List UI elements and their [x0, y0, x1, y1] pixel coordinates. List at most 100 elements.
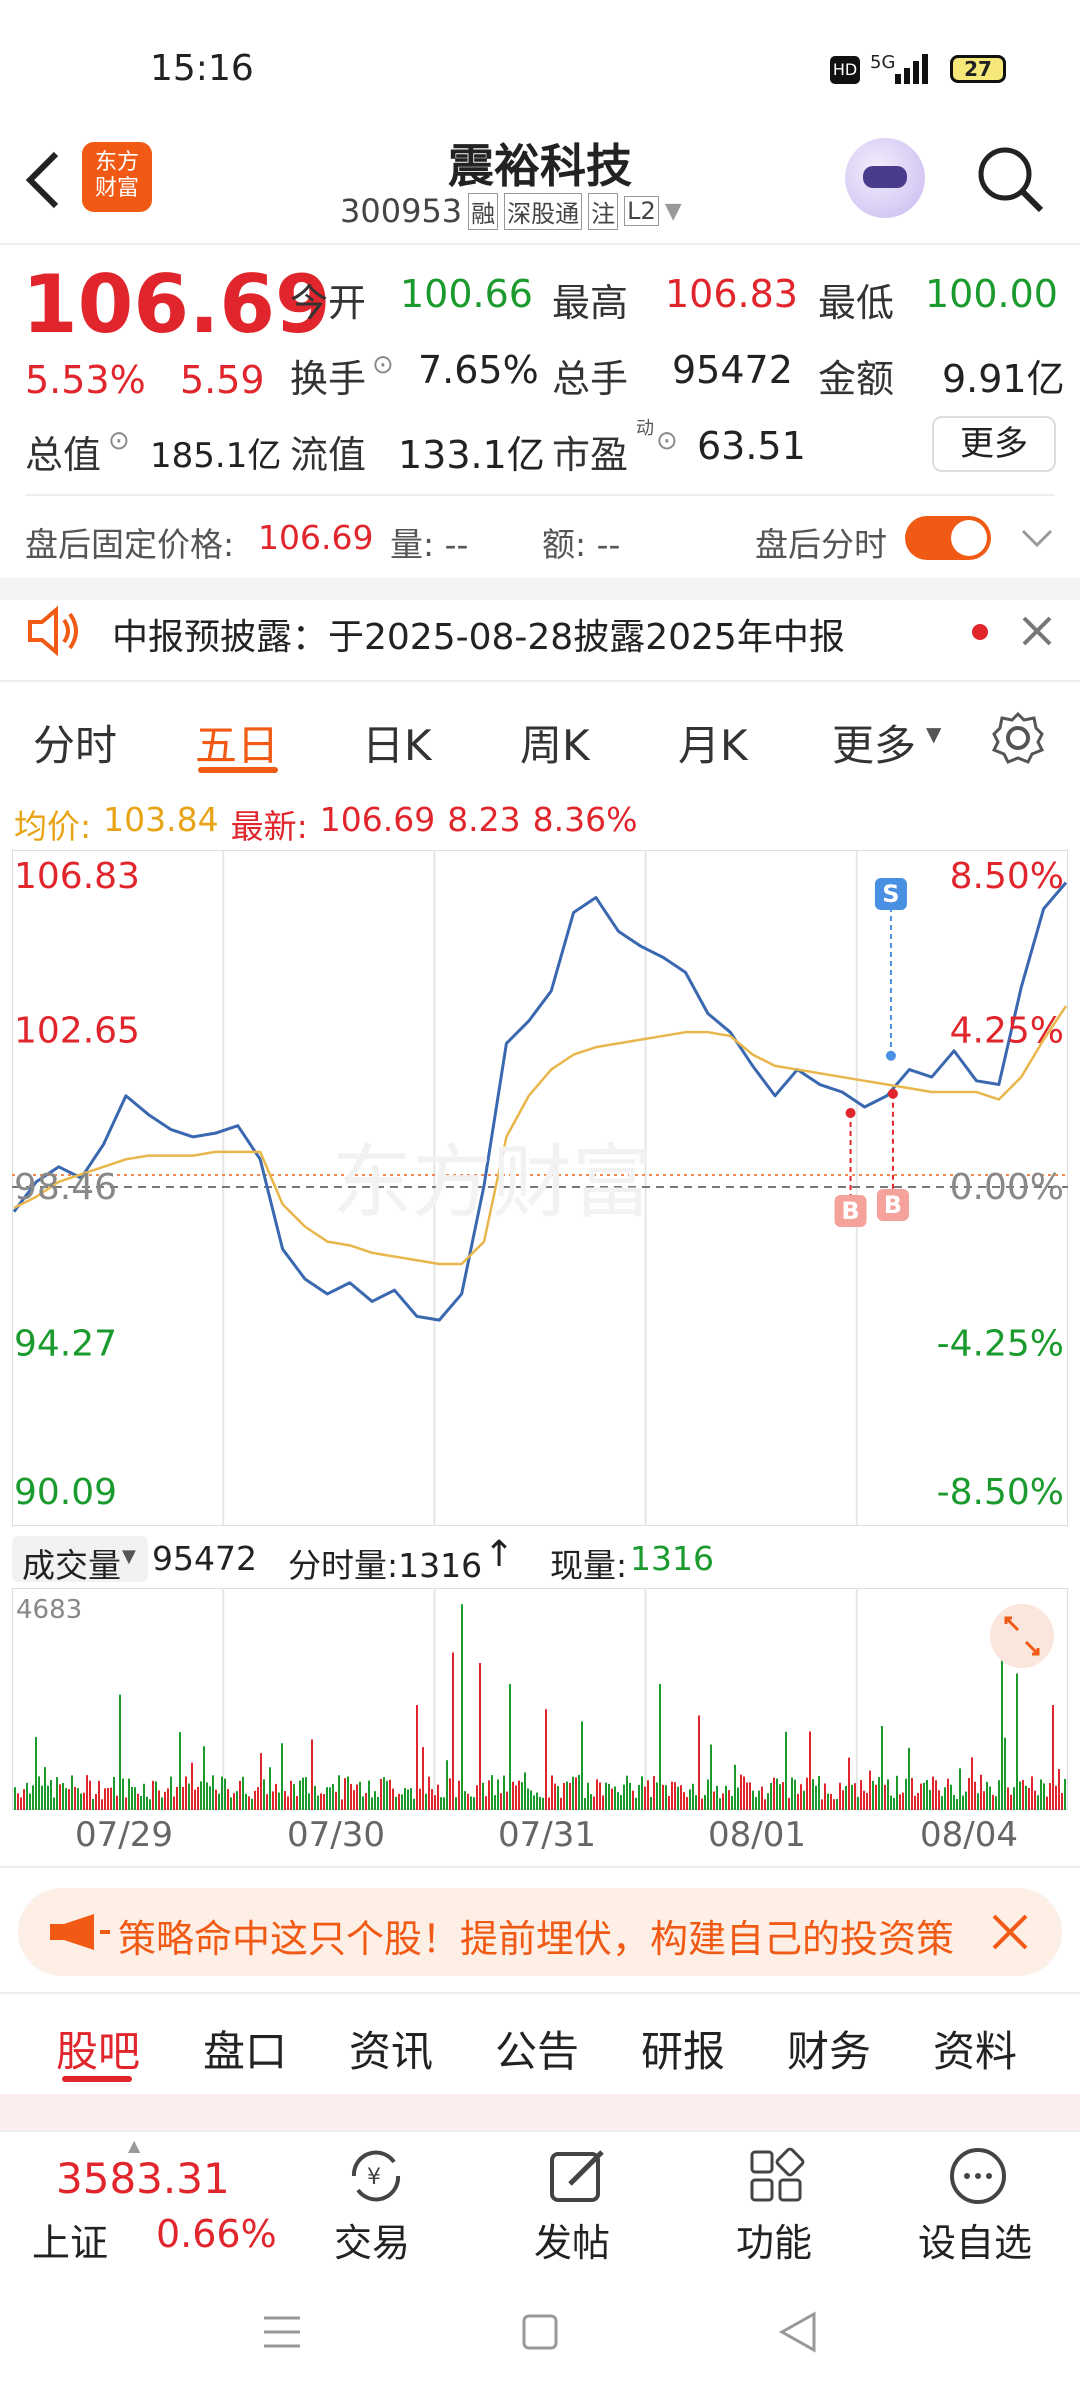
- volume-bar: [596, 1779, 598, 1810]
- index-change[interactable]: 0.66%: [156, 2212, 277, 2256]
- volume-bar: [650, 1797, 652, 1810]
- robot-assistant-icon[interactable]: [845, 138, 925, 218]
- volume-bar: [833, 1799, 835, 1810]
- after-hours-price-label: 盘后固定价格:: [25, 525, 235, 564]
- unread-dot: [972, 624, 988, 640]
- volume-bar: [644, 1786, 646, 1810]
- close-icon[interactable]: [990, 1912, 1030, 1952]
- chevron-down-icon[interactable]: ▼: [926, 722, 941, 746]
- close-icon[interactable]: [1020, 614, 1054, 648]
- volume-bar: [335, 1791, 337, 1810]
- apps-icon[interactable]: [746, 2146, 806, 2206]
- change-amount: 5.59: [180, 358, 265, 402]
- tab-intraday[interactable]: 分时: [33, 712, 117, 773]
- more-options-icon[interactable]: [948, 2146, 1008, 2206]
- volume-bar: [389, 1779, 391, 1810]
- chevron-down-icon[interactable]: [1020, 526, 1054, 550]
- price-chart[interactable]: 106.83 102.65 98.46 94.27 90.09 8.50% 4.25% 0.0…: [12, 850, 1068, 1526]
- volume-bar: [686, 1797, 688, 1810]
- volume-bar: [503, 1775, 505, 1810]
- volume-bar: [554, 1783, 556, 1810]
- x-label: 08/01: [708, 1815, 806, 1855]
- volume-bar: [125, 1797, 127, 1810]
- more-quote-button[interactable]: 更多: [932, 416, 1056, 472]
- volume-bar: [443, 1797, 445, 1810]
- volume-bar: [119, 1694, 121, 1810]
- info-icon[interactable]: ⊙: [656, 426, 678, 456]
- volume-bar: [422, 1747, 424, 1810]
- gear-icon[interactable]: [990, 710, 1046, 766]
- volume-bar: [59, 1784, 61, 1810]
- tab-monthly-k[interactable]: 月K: [678, 712, 748, 773]
- y-axis-left-label: 106.83: [14, 856, 140, 897]
- x-label: 07/29: [75, 1815, 173, 1855]
- trade-button[interactable]: 交易: [334, 2212, 410, 2267]
- pe-dynamic-mark: 动: [636, 418, 654, 439]
- tab-daily-k[interactable]: 日K: [362, 712, 432, 773]
- index-value[interactable]: 3583.31: [56, 2154, 230, 2203]
- tab-more[interactable]: 更多: [832, 712, 916, 773]
- tab-research[interactable]: 研报: [641, 2018, 725, 2079]
- mktcap-label: 总值: [25, 433, 102, 477]
- y-axis-left-label: 98.46: [14, 1167, 117, 1208]
- after-hours-price: 106.69: [258, 518, 374, 557]
- volume-bar: [209, 1786, 211, 1810]
- trade-icon[interactable]: ¥: [344, 2146, 408, 2206]
- volume-bar: [647, 1780, 649, 1810]
- volume-bar: [845, 1785, 847, 1810]
- chevron-down-icon[interactable]: ▼: [122, 1546, 136, 1567]
- volume-bar: [260, 1753, 262, 1810]
- compose-icon[interactable]: [546, 2144, 610, 2208]
- after-hours-toggle[interactable]: [905, 516, 991, 560]
- menu-icon[interactable]: [262, 2312, 302, 2352]
- tab-profile[interactable]: 资料: [933, 2018, 1017, 2079]
- volume-bar: [674, 1782, 676, 1810]
- index-name[interactable]: 上证: [32, 2212, 108, 2267]
- volume-bar: [383, 1777, 385, 1810]
- volume-chart[interactable]: 4683: [12, 1588, 1068, 1810]
- tab-announcements[interactable]: 公告: [495, 2018, 579, 2079]
- info-icon[interactable]: ⊙: [108, 426, 130, 456]
- y-axis-left-label: 90.09: [14, 1472, 117, 1513]
- tab-news[interactable]: 资讯: [349, 2018, 433, 2079]
- volume-bar: [755, 1796, 757, 1810]
- volume-bar: [476, 1785, 478, 1810]
- tab-five-day[interactable]: 五日: [195, 712, 279, 773]
- expand-icon[interactable]: [990, 1604, 1054, 1668]
- notice-text[interactable]: 中报预披露：于2025-08-28披露2025年中报: [112, 608, 845, 660]
- volume-bar: [65, 1788, 67, 1810]
- turnover-value: 7.65%: [418, 348, 539, 392]
- active-tab-indicator: [62, 2076, 132, 2082]
- tab-financials[interactable]: 财务: [787, 2018, 871, 2079]
- info-icon[interactable]: ⊙: [372, 350, 394, 380]
- volume-bar: [275, 1783, 277, 1810]
- volume-bar: [563, 1782, 565, 1810]
- tab-order-book[interactable]: 盘口: [203, 2018, 287, 2079]
- volume-bar: [392, 1788, 394, 1810]
- home-icon[interactable]: [520, 2312, 560, 2352]
- volume-bar: [896, 1775, 898, 1810]
- volume-bar: [569, 1782, 571, 1810]
- search-icon[interactable]: [975, 144, 1045, 214]
- volume-bar: [254, 1790, 256, 1810]
- speaker-icon: [28, 606, 78, 656]
- volume-bar: [158, 1790, 160, 1810]
- volume-bar: [77, 1788, 79, 1810]
- volume-bar: [749, 1782, 751, 1810]
- promo-banner[interactable]: 策略命中这只个股！提前埋伏，构建自己的投资策: [18, 1888, 1062, 1976]
- post-button[interactable]: 发帖: [534, 2212, 610, 2267]
- volume-bar: [890, 1795, 892, 1810]
- functions-button[interactable]: 功能: [736, 2212, 812, 2267]
- volume-bar: [836, 1798, 838, 1810]
- add-watchlist-button[interactable]: 设自选: [918, 2212, 1032, 2267]
- volume-bar: [818, 1776, 820, 1810]
- volume-bar: [548, 1797, 550, 1810]
- tab-guba[interactable]: 股吧: [56, 2018, 140, 2079]
- volume-bar: [440, 1797, 442, 1810]
- volume-bar: [1040, 1779, 1042, 1810]
- volume-bar: [143, 1783, 145, 1810]
- back-nav-icon[interactable]: [778, 2310, 818, 2354]
- tab-weekly-k[interactable]: 周K: [520, 712, 590, 773]
- volume-bar: [617, 1792, 619, 1810]
- volume-indicator-label[interactable]: 成交量: [22, 1539, 121, 1587]
